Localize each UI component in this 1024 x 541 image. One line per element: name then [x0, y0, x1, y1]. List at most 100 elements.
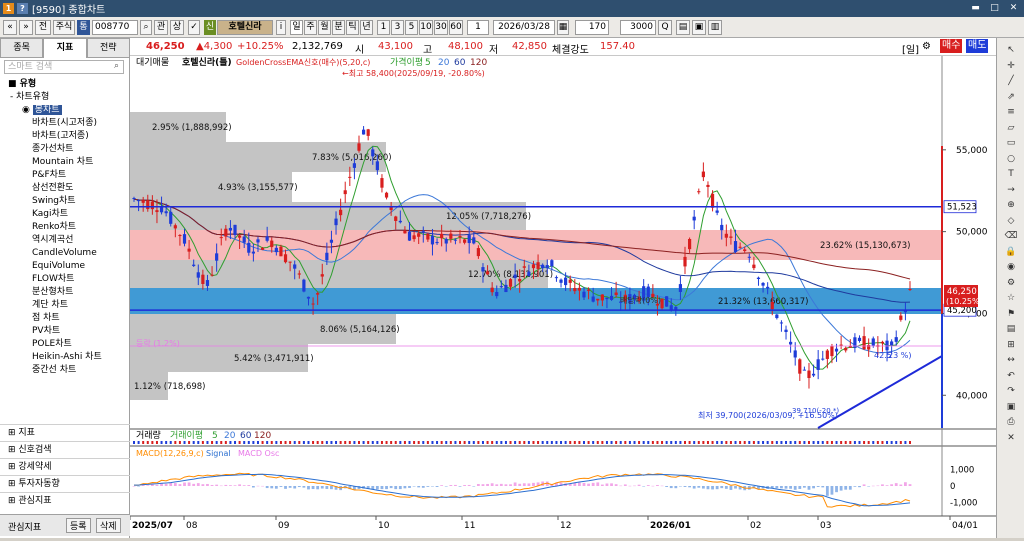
period-day[interactable]: 일 — [290, 20, 303, 35]
date-input[interactable]: 2026/03/28 — [493, 20, 555, 35]
checkbox-icon[interactable]: ✓ — [188, 20, 200, 35]
stock-type-button[interactable]: 주식 — [53, 20, 75, 35]
period-minute[interactable]: 분 — [332, 20, 345, 35]
buy-button[interactable]: 매수 — [940, 39, 963, 53]
period-tick[interactable]: 틱 — [346, 20, 359, 35]
measure-icon[interactable]: ↔ — [1003, 354, 1019, 367]
chart-icon[interactable]: ▤ — [1003, 323, 1019, 336]
kind-badge[interactable]: 통 — [77, 20, 90, 35]
trash-icon[interactable]: ✕ — [1003, 432, 1019, 445]
star-icon[interactable]: ☆ — [1003, 292, 1019, 305]
chart-type-item[interactable]: CandleVolume — [0, 247, 130, 260]
settings-icon[interactable]: ⚙ — [922, 41, 931, 52]
magnet-icon[interactable]: ◇ — [1003, 215, 1019, 228]
text-icon[interactable]: T — [1003, 168, 1019, 181]
sell-button[interactable]: 매도 — [966, 39, 989, 53]
query-button[interactable]: Q — [658, 20, 672, 35]
delete-favorite-button[interactable]: 삭제 — [96, 518, 121, 533]
chart-type-item[interactable]: 역시계곡선 — [0, 234, 130, 247]
section-type[interactable]: ■ 유형 — [0, 78, 130, 91]
tab-indicator[interactable]: 지표 — [43, 38, 87, 58]
print-icon[interactable]: ⎙ — [1003, 416, 1019, 429]
chart-type-item[interactable]: Mountain 차트 — [0, 156, 130, 169]
arrow-icon[interactable]: → — [1003, 184, 1019, 197]
calendar-icon[interactable]: ▦ — [557, 20, 569, 35]
lock-icon[interactable]: 🔒 — [1003, 246, 1019, 259]
pointer-icon[interactable]: ↖ — [1003, 44, 1019, 57]
add-favorite-button[interactable]: 등록 — [66, 518, 91, 533]
period-year[interactable]: 년 — [360, 20, 373, 35]
chart-type-item[interactable]: P&F차트 — [0, 169, 130, 182]
chart-type-item[interactable]: Renko차트 — [0, 221, 130, 234]
daily-button[interactable]: [일] — [902, 41, 919, 56]
interval-60[interactable]: 60 — [449, 20, 463, 35]
nav-next-button[interactable]: » — [19, 20, 33, 35]
group-chart-type[interactable]: - 차트유형 — [0, 91, 130, 104]
interval-5[interactable]: 5 — [405, 20, 418, 35]
nav-prev-button[interactable]: « — [3, 20, 17, 35]
chart-type-item[interactable]: ◉ 봉차트 — [0, 104, 130, 117]
sang-button[interactable]: 상 — [170, 20, 184, 35]
interval-3[interactable]: 3 — [391, 20, 404, 35]
save-icon[interactable]: ▣ — [692, 20, 706, 35]
chart-type-item[interactable]: PV차트 — [0, 325, 130, 338]
stock-name-field[interactable]: 호텔신라 — [217, 20, 273, 35]
chart-type-item[interactable]: Kagi차트 — [0, 208, 130, 221]
close-icon[interactable]: ✕ — [1007, 2, 1020, 15]
box-icon[interactable]: ▭ — [1003, 137, 1019, 150]
count-select[interactable]: 1 — [467, 20, 489, 35]
save-icon[interactable]: ▣ — [1003, 401, 1019, 414]
total-count-input[interactable]: 3000 — [620, 20, 656, 35]
gwan-button[interactable]: 관 — [154, 20, 168, 35]
info-icon[interactable]: i — [276, 20, 286, 35]
chart-type-item[interactable]: 계단 차트 — [0, 299, 130, 312]
chart-type-item[interactable]: 분산형차트 — [0, 286, 130, 299]
tab-strategy[interactable]: 전략 — [86, 38, 130, 58]
chart-type-item[interactable]: POLE차트 — [0, 338, 130, 351]
eraser-icon[interactable]: ⌫ — [1003, 230, 1019, 243]
display-count-input[interactable]: 170 — [575, 20, 609, 35]
fib-icon[interactable]: ≡ — [1003, 106, 1019, 119]
chart-type-item[interactable]: 점 차트 — [0, 312, 130, 325]
section-signal-search[interactable]: ⊞ 신호검색 — [0, 441, 130, 458]
jeon-button[interactable]: 전 — [35, 20, 51, 35]
chart-type-item[interactable]: Swing차트 — [0, 195, 130, 208]
zoom-icon[interactable]: ⊕ — [1003, 199, 1019, 212]
undo-icon[interactable]: ↶ — [1003, 370, 1019, 383]
help-icon[interactable]: ? — [17, 3, 28, 14]
gear-icon[interactable]: ⚙ — [1003, 277, 1019, 290]
minimize-icon[interactable]: ▬ — [969, 2, 982, 15]
search-icon[interactable]: ⌕ — [114, 61, 119, 71]
radio-selected-icon[interactable]: ◉ — [22, 105, 33, 115]
stock-chart[interactable]: 2.95% (1,888,992) 7.83% (5,016,260) 4.93% … — [129, 56, 996, 538]
section-favorite[interactable]: ⊞ 관심지표 — [0, 492, 130, 509]
section-investor[interactable]: ⊞ 투자자동향 — [0, 475, 130, 492]
chart-type-item[interactable]: 종가선차트 — [0, 143, 130, 156]
chart-type-item[interactable]: 바차트(시고저종) — [0, 117, 130, 130]
eye-icon[interactable]: ◉ — [1003, 261, 1019, 274]
interval-10[interactable]: 10 — [419, 20, 433, 35]
line-icon[interactable]: ╱ — [1003, 75, 1019, 88]
chart-type-item[interactable]: EquiVolume — [0, 260, 130, 273]
layout-icon[interactable]: ▥ — [708, 20, 722, 35]
interval-1[interactable]: 1 — [377, 20, 390, 35]
circle-icon[interactable]: ○ — [1003, 153, 1019, 166]
trend-icon[interactable]: ⇗ — [1003, 91, 1019, 104]
view-icon[interactable]: ▤ — [676, 20, 690, 35]
period-week[interactable]: 주 — [304, 20, 317, 35]
stock-code-input[interactable]: 008770 — [92, 20, 138, 35]
cross-icon[interactable]: ✛ — [1003, 60, 1019, 73]
chart-type-item[interactable]: 바차트(고저종) — [0, 130, 130, 143]
flag-icon[interactable]: ⚑ — [1003, 308, 1019, 321]
grid-icon[interactable]: ⊞ — [1003, 339, 1019, 352]
chart-type-item[interactable]: Heikin-Ashi 차트 — [0, 351, 130, 364]
interval-30[interactable]: 30 — [434, 20, 448, 35]
search-icon[interactable]: ⌕ — [140, 20, 152, 35]
chart-type-item[interactable]: 삼선전환도 — [0, 182, 130, 195]
section-indicator[interactable]: ⊞ 지표 — [0, 424, 130, 441]
chart-area[interactable]: 2.95% (1,888,992) 7.83% (5,016,260) 4.93% … — [129, 56, 996, 538]
period-month[interactable]: 월 — [318, 20, 331, 35]
redo-icon[interactable]: ↷ — [1003, 385, 1019, 398]
chart-type-item[interactable]: FLOW차트 — [0, 273, 130, 286]
channel-icon[interactable]: ▱ — [1003, 122, 1019, 135]
